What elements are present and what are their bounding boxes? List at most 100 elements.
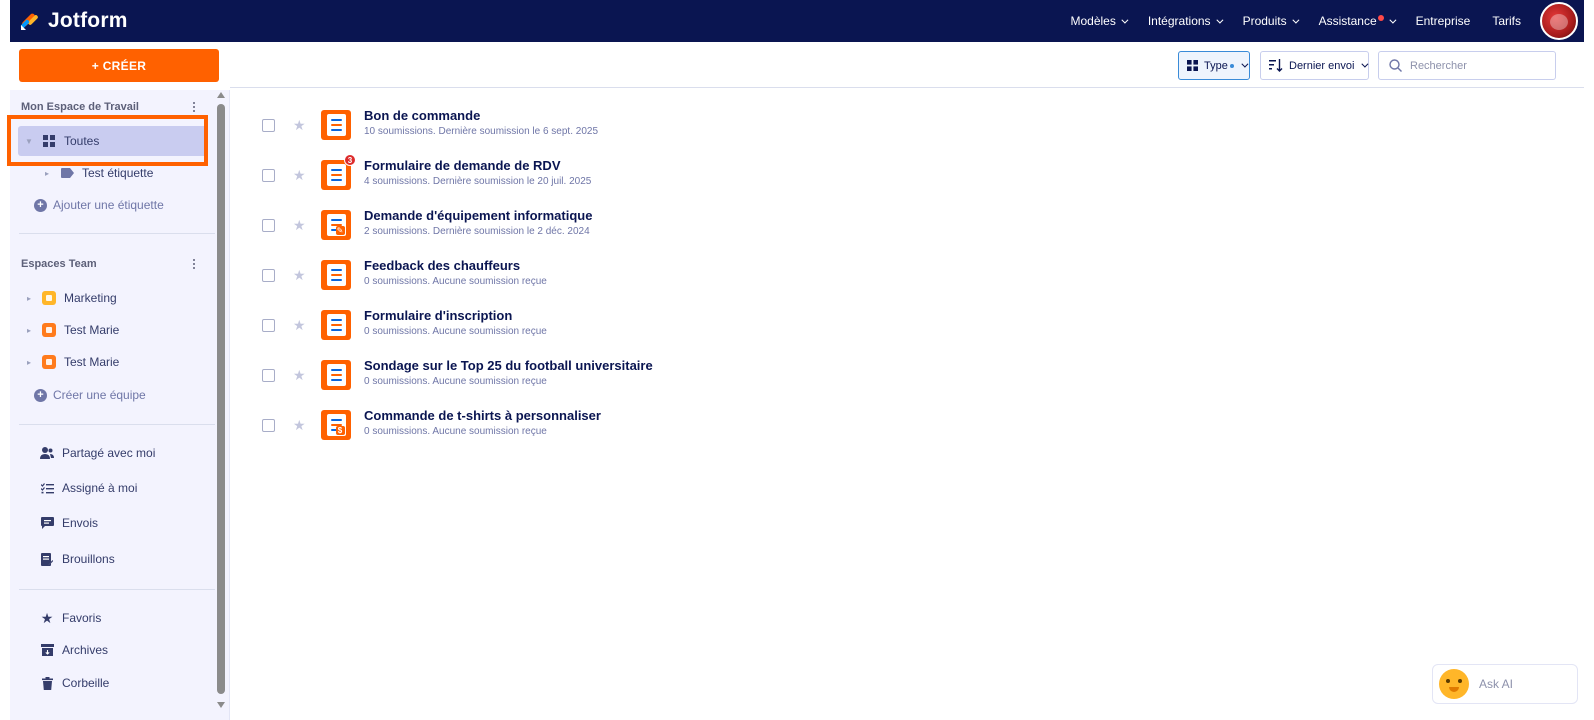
sidebar-item-partage[interactable]: Partagé avec moi bbox=[34, 438, 224, 468]
form-text: Commande de t-shirts à personnaliser 0 s… bbox=[364, 408, 601, 437]
sidebar-item-team-test-marie-2[interactable]: ▸ Test Marie bbox=[18, 347, 208, 377]
form-title[interactable]: Commande de t-shirts à personnaliser bbox=[364, 408, 601, 423]
sidebar-item-envois[interactable]: Envois bbox=[34, 508, 224, 538]
form-title[interactable]: Formulaire d'inscription bbox=[364, 308, 547, 323]
sidebar-scrollbar[interactable] bbox=[216, 92, 226, 708]
nav-tarifs[interactable]: Tarifs bbox=[1481, 14, 1532, 28]
search-input[interactable] bbox=[1410, 59, 1540, 72]
row-checkbox[interactable] bbox=[262, 118, 275, 132]
form-text: Demande d'équipement informatique 2 soum… bbox=[364, 208, 592, 237]
sidebar-item-label: Assigné à moi bbox=[62, 481, 138, 495]
type-filter-label: Type bbox=[1204, 59, 1228, 72]
chevron-down-icon bbox=[1389, 16, 1397, 24]
sort-label: Dernier envoi bbox=[1289, 59, 1355, 72]
row-checkbox[interactable] bbox=[262, 168, 275, 182]
chevron-down-icon bbox=[1215, 16, 1224, 24]
caret-right-icon[interactable]: ▸ bbox=[24, 358, 34, 367]
scroll-down-icon[interactable] bbox=[217, 702, 225, 708]
form-row[interactable]: ★ Sondage sur le Top 25 du football univ… bbox=[230, 350, 1584, 400]
add-label-button[interactable]: + Ajouter une étiquette bbox=[34, 190, 224, 220]
form-row[interactable]: ★ Bon de commande 10 soumissions. Derniè… bbox=[230, 100, 1584, 150]
favorite-star-icon[interactable]: ★ bbox=[293, 318, 306, 332]
assigned-list-icon bbox=[40, 481, 54, 495]
form-title[interactable]: Feedback des chauffeurs bbox=[364, 258, 547, 273]
ai-assistant-avatar-icon bbox=[1439, 669, 1469, 699]
row-checkbox[interactable] bbox=[262, 268, 275, 282]
create-button[interactable]: + CRÉER bbox=[19, 49, 219, 82]
form-title[interactable]: Demande d'équipement informatique bbox=[364, 208, 592, 223]
nav-tarifs-label: Tarifs bbox=[1492, 14, 1521, 28]
sidebar-item-label: Corbeille bbox=[62, 676, 110, 690]
scroll-up-icon[interactable] bbox=[217, 92, 225, 98]
caret-right-icon[interactable]: ▸ bbox=[24, 294, 34, 303]
search-box[interactable] bbox=[1378, 51, 1556, 80]
favorite-star-icon[interactable]: ★ bbox=[293, 368, 306, 382]
payment-corner-icon: $ bbox=[335, 426, 345, 435]
favorite-star-icon[interactable]: ★ bbox=[293, 168, 306, 182]
form-row[interactable]: ★ 3 Formulaire de demande de RDV 4 soumi… bbox=[230, 150, 1584, 200]
nav-produits[interactable]: Produits bbox=[1232, 14, 1308, 28]
nav-produits-label: Produits bbox=[1242, 14, 1287, 28]
teams-menu-icon[interactable] bbox=[192, 259, 196, 271]
search-icon bbox=[1389, 59, 1402, 72]
nav-entreprise[interactable]: Entreprise bbox=[1405, 14, 1482, 28]
form-icon bbox=[321, 260, 351, 290]
sidebar-item-label: Envois bbox=[62, 516, 99, 530]
sidebar-item-archives[interactable]: Archives bbox=[34, 635, 224, 665]
sidebar-item-label: Toutes bbox=[64, 134, 100, 148]
sidebar-item-label: Marketing bbox=[64, 291, 117, 305]
nav-assistance[interactable]: Assistance bbox=[1308, 14, 1405, 28]
caret-right-icon[interactable]: ▸ bbox=[42, 169, 52, 178]
favorite-star-icon[interactable]: ★ bbox=[293, 418, 306, 432]
plus-circle-icon: + bbox=[34, 388, 47, 402]
form-title[interactable]: Formulaire de demande de RDV bbox=[364, 158, 591, 173]
ask-ai-button[interactable]: Ask AI bbox=[1432, 664, 1578, 704]
sidebar-item-team-marketing[interactable]: ▸ Marketing bbox=[18, 283, 208, 313]
user-avatar[interactable] bbox=[1540, 2, 1578, 40]
form-text: Formulaire d'inscription 0 soumissions. … bbox=[364, 308, 547, 337]
favorite-star-icon[interactable]: ★ bbox=[293, 118, 306, 132]
form-icon: 3 bbox=[321, 154, 356, 190]
sidebar-item-toutes[interactable]: ▼ Toutes bbox=[18, 126, 208, 156]
sidebar-item-test-etiquette[interactable]: ▸ Test étiquette bbox=[36, 158, 226, 188]
sort-button[interactable]: Dernier envoi bbox=[1260, 51, 1369, 80]
form-row[interactable]: ★ Feedback des chauffeurs 0 soumissions.… bbox=[230, 250, 1584, 300]
shared-user-icon bbox=[40, 446, 54, 460]
form-text: Feedback des chauffeurs 0 soumissions. A… bbox=[364, 258, 547, 287]
sidebar-divider bbox=[19, 424, 215, 425]
sidebar-item-team-test-marie-1[interactable]: ▸ Test Marie bbox=[18, 315, 208, 345]
create-team-text: Créer une équipe bbox=[53, 388, 146, 402]
row-checkbox[interactable] bbox=[262, 318, 275, 332]
row-checkbox[interactable] bbox=[262, 218, 275, 232]
row-checkbox[interactable] bbox=[262, 418, 275, 432]
form-subtitle: 0 soumissions. Aucune soumission reçue bbox=[364, 276, 547, 287]
scroll-thumb[interactable] bbox=[217, 104, 225, 694]
favorite-star-icon[interactable]: ★ bbox=[293, 268, 306, 282]
jotform-logo[interactable]: Jotform bbox=[20, 9, 128, 33]
form-text: Bon de commande 10 soumissions. Dernière… bbox=[364, 108, 598, 137]
caret-down-icon[interactable]: ▼ bbox=[24, 137, 34, 146]
nav-modeles[interactable]: Modèles bbox=[1059, 14, 1136, 28]
draft-icon bbox=[40, 552, 54, 566]
sidebar-item-assigne[interactable]: Assigné à moi bbox=[34, 473, 224, 503]
form-title[interactable]: Sondage sur le Top 25 du football univer… bbox=[364, 358, 653, 373]
chevron-down-icon bbox=[1241, 60, 1249, 68]
form-row[interactable]: ★ ✎ Demande d'équipement informatique 2 … bbox=[230, 200, 1584, 250]
nav-integrations[interactable]: Intégrations bbox=[1137, 14, 1232, 28]
type-filter-button[interactable]: Type bbox=[1178, 51, 1250, 80]
form-subtitle: 2 soumissions. Dernière soumission le 2 … bbox=[364, 226, 590, 237]
form-title[interactable]: Bon de commande bbox=[364, 108, 598, 123]
team-icon bbox=[42, 323, 56, 337]
nav-integrations-label: Intégrations bbox=[1147, 14, 1211, 28]
sidebar-item-brouillons[interactable]: Brouillons bbox=[34, 544, 224, 574]
create-team-button[interactable]: + Créer une équipe bbox=[34, 380, 224, 410]
nav-entreprise-label: Entreprise bbox=[1415, 14, 1471, 28]
workspace-menu-icon[interactable] bbox=[192, 102, 196, 114]
form-row[interactable]: ★ $ Commande de t-shirts à personnaliser… bbox=[230, 400, 1584, 450]
form-row[interactable]: ★ Formulaire d'inscription 0 soumissions… bbox=[230, 300, 1584, 350]
row-checkbox[interactable] bbox=[262, 368, 275, 382]
sidebar-item-corbeille[interactable]: Corbeille bbox=[34, 668, 224, 698]
favorite-star-icon[interactable]: ★ bbox=[293, 218, 306, 232]
sidebar-item-favoris[interactable]: ★ Favoris bbox=[34, 603, 224, 633]
caret-right-icon[interactable]: ▸ bbox=[24, 326, 34, 335]
